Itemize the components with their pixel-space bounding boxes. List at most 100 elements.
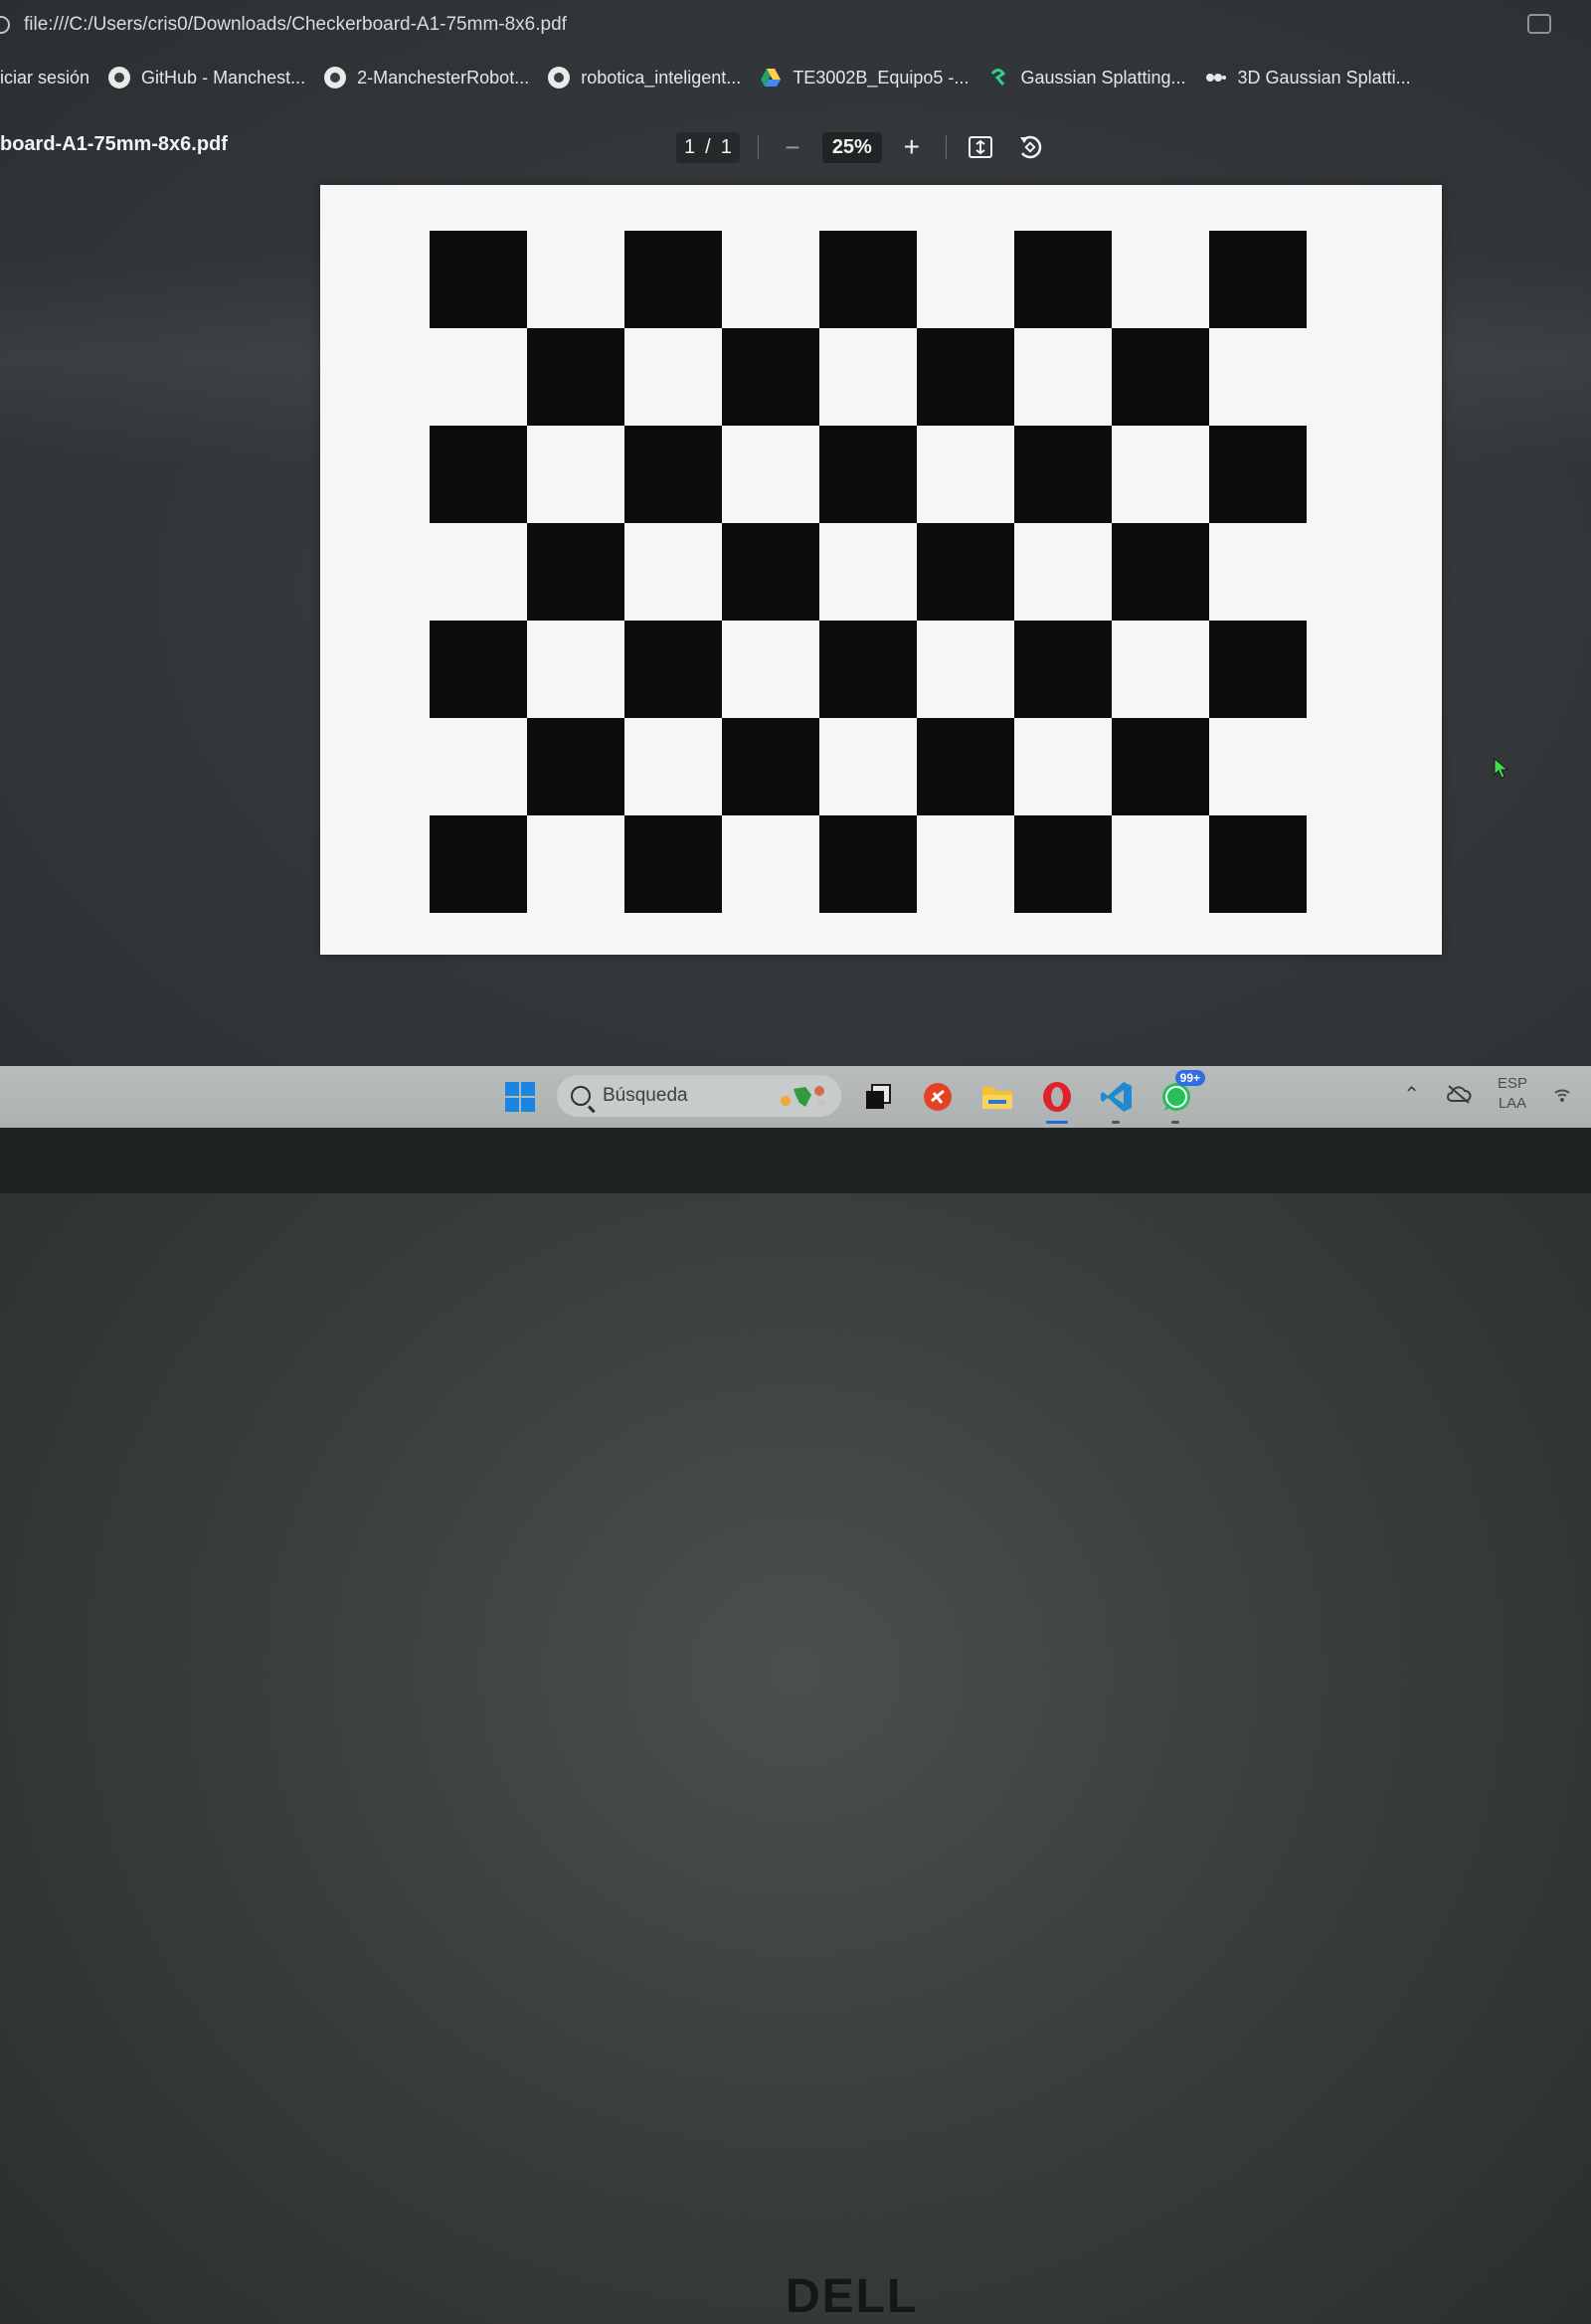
pdf-page[interactable] xyxy=(320,185,1442,955)
task-view-button[interactable] xyxy=(857,1076,899,1118)
zoom-level-input[interactable]: 25% xyxy=(821,131,882,163)
checkerboard-square xyxy=(430,426,527,523)
active-app-indicator xyxy=(1046,1121,1068,1124)
notification-badge: 99+ xyxy=(1174,1070,1205,1086)
checkerboard-square xyxy=(819,815,917,913)
taskbar-vscode[interactable] xyxy=(1096,1076,1138,1124)
search-placeholder: Búsqueda xyxy=(603,1085,688,1106)
bookmark-gaussian-splatting[interactable]: Gaussian Splatting... xyxy=(986,66,1186,89)
github-icon xyxy=(107,66,131,89)
file-info-icon[interactable] xyxy=(0,16,10,34)
github-icon xyxy=(547,66,571,89)
checkerboard-square xyxy=(1209,426,1307,523)
cloud-offline-icon[interactable] xyxy=(1446,1084,1472,1104)
checkerboard-square xyxy=(430,815,527,913)
screen: file:///C:/Users/cris0/Downloads/Checker… xyxy=(0,0,1591,1066)
bookmark-te3002b[interactable]: TE3002B_Equipo5 -... xyxy=(759,66,969,89)
bookmark-label: TE3002B_Equipo5 -... xyxy=(793,67,970,88)
monitor-brand-logo: DELL xyxy=(786,2270,919,2323)
checkerboard-square xyxy=(917,328,1014,426)
bookmarks-bar: iciar sesión GitHub - Manchest... 2-Manc… xyxy=(0,60,1591,95)
bookmark-login[interactable]: iciar sesión xyxy=(0,68,89,89)
bookmark-label: Gaussian Splatting... xyxy=(1020,67,1186,88)
taskbar-whatsapp[interactable]: 99+ xyxy=(1155,1070,1205,1124)
zoom-out-button[interactable]: − xyxy=(777,131,808,163)
checkerboard-square xyxy=(527,328,624,426)
bookmark-dots-icon xyxy=(1204,66,1228,89)
checkerboard-square xyxy=(722,328,819,426)
checkerboard-square xyxy=(819,231,917,328)
monitor-bezel: DELL xyxy=(0,1128,1591,2323)
bookmark-manchester-robot[interactable]: 2-ManchesterRobot... xyxy=(323,66,529,89)
file-explorer-icon xyxy=(982,1087,1012,1109)
wifi-icon[interactable] xyxy=(1553,1085,1571,1103)
windows-logo-icon xyxy=(505,1082,535,1112)
task-view-icon xyxy=(866,1084,891,1109)
current-page-input[interactable]: 1 xyxy=(684,136,695,159)
checkerboard-square xyxy=(917,718,1014,815)
checkerboard-square xyxy=(819,426,917,523)
camera-icon[interactable] xyxy=(1527,14,1551,34)
bookmark-app-icon xyxy=(986,66,1010,89)
toolbar-divider xyxy=(757,135,759,159)
windows-taskbar: Búsqueda 99+ ⌃ ESP LAA xyxy=(0,1066,1591,1128)
pdf-file-title: board-A1-75mm-8x6.pdf xyxy=(0,133,228,155)
search-highlight-icon xyxy=(781,1086,825,1107)
address-url[interactable]: file:///C:/Users/cris0/Downloads/Checker… xyxy=(24,14,567,36)
checkerboard-square xyxy=(819,621,917,718)
bookmark-label: 3D Gaussian Splatti... xyxy=(1237,67,1411,88)
bookmark-github-manchester[interactable]: GitHub - Manchest... xyxy=(107,66,305,89)
checkerboard-square xyxy=(624,621,722,718)
rotate-icon xyxy=(1019,135,1042,159)
github-icon xyxy=(323,66,347,89)
vscode-icon xyxy=(1101,1082,1132,1112)
checkerboard-square xyxy=(1014,231,1112,328)
bookmark-label: iciar sesión xyxy=(0,67,90,88)
taskbar-opera[interactable] xyxy=(1036,1076,1078,1124)
rotate-button[interactable] xyxy=(1014,131,1046,163)
checkerboard-square xyxy=(1112,328,1209,426)
taskbar-file-explorer[interactable] xyxy=(976,1076,1018,1118)
checkerboard-square xyxy=(917,523,1014,621)
bookmark-label: GitHub - Manchest... xyxy=(141,67,306,88)
checkerboard-square xyxy=(624,426,722,523)
page-separator: / xyxy=(705,135,711,158)
app-red-icon xyxy=(924,1083,952,1111)
checkerboard-square xyxy=(1209,815,1307,913)
taskbar-app-anydo[interactable] xyxy=(917,1076,959,1118)
checkerboard-square xyxy=(722,718,819,815)
system-tray: ⌃ ESP LAA xyxy=(1403,1074,1571,1114)
start-button[interactable] xyxy=(499,1076,541,1118)
checkerboard-square xyxy=(1014,621,1112,718)
google-drive-icon xyxy=(759,66,783,89)
checkerboard-square xyxy=(430,231,527,328)
bookmark-label: robotica_inteligent... xyxy=(581,67,742,88)
checkerboard-square xyxy=(527,523,624,621)
fit-page-icon xyxy=(968,136,992,158)
language-indicator[interactable]: ESP LAA xyxy=(1498,1074,1527,1114)
checkerboard-square xyxy=(1209,231,1307,328)
search-icon xyxy=(571,1086,591,1106)
checkerboard-square xyxy=(527,718,624,815)
bookmark-3d-gaussian[interactable]: 3D Gaussian Splatti... xyxy=(1204,66,1411,89)
mouse-cursor-icon xyxy=(1494,758,1509,779)
language-code: ESP xyxy=(1497,1075,1527,1092)
keyboard-layout: LAA xyxy=(1498,1095,1527,1112)
pdf-toolbar: 1 / 1 − 25% + xyxy=(676,127,1046,167)
show-hidden-icons-button[interactable]: ⌃ xyxy=(1403,1082,1420,1107)
running-app-indicator xyxy=(1171,1121,1179,1124)
fit-page-button[interactable] xyxy=(965,131,996,163)
checkerboard-square xyxy=(624,231,722,328)
checkerboard-square xyxy=(1014,815,1112,913)
page-indicator[interactable]: 1 / 1 xyxy=(676,131,740,163)
zoom-in-button[interactable]: + xyxy=(896,131,928,163)
running-app-indicator xyxy=(1112,1121,1120,1124)
checkerboard-square xyxy=(430,621,527,718)
checkerboard xyxy=(430,231,1321,913)
toolbar-divider xyxy=(945,135,947,159)
address-bar[interactable]: file:///C:/Users/cris0/Downloads/Checker… xyxy=(0,10,1551,40)
bookmark-label: 2-ManchesterRobot... xyxy=(357,67,530,88)
checkerboard-square xyxy=(722,523,819,621)
taskbar-search-box[interactable]: Búsqueda xyxy=(557,1075,841,1117)
bookmark-robotica[interactable]: robotica_inteligent... xyxy=(547,66,741,89)
